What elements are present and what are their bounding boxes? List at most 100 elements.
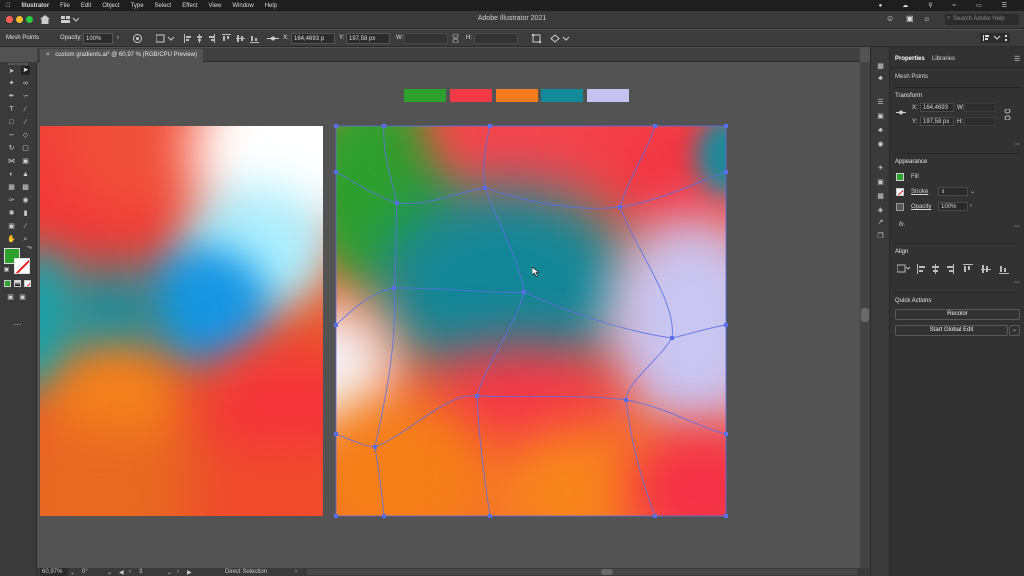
artboards-panel-icon[interactable]: ❐ [876,233,885,241]
type-tool-icon[interactable]: T [7,105,16,114]
stroke-dropdown-icon[interactable]: ⌄ [970,188,975,195]
tab-libraries[interactable]: Libraries [932,56,955,62]
rotation-value[interactable]: 0° [82,569,88,575]
more-tools-icon[interactable]: ⋯ [13,320,22,329]
reference-point-icon[interactable] [896,110,906,116]
last-artboard-icon[interactable]: ▶ [187,569,192,576]
toolbar-grip[interactable] [8,63,28,65]
next-artboard-icon[interactable]: › [177,569,179,575]
blend-tool-icon[interactable]: ◉ [21,196,30,205]
menu-window[interactable]: Window [232,3,253,9]
export-panel-icon[interactable]: ↗ [876,219,885,227]
layers-panel-icon[interactable]: ◈ [876,207,885,215]
transform-y-field[interactable]: 197,58 px [920,117,954,126]
stroke-label[interactable]: Stroke [911,189,928,195]
isolate-icon[interactable] [550,34,570,43]
h-field[interactable] [474,33,518,44]
zoom-dropdown-icon[interactable]: ⌄ [70,569,75,576]
properties-panel-icon[interactable]: ▦ [876,63,885,71]
artboard-dropdown-icon[interactable]: ⌄ [167,569,172,576]
horizontal-scroll-thumb[interactable] [601,569,613,575]
stroke-weight-field[interactable]: ⇕ [938,187,968,196]
artboard-tool-icon[interactable]: ▣ [7,222,16,231]
vertical-scroll-thumb[interactable] [861,308,869,322]
slice-tool-icon[interactable]: ∕ [21,222,30,231]
default-colors-icon[interactable]: ▣ [2,266,11,275]
perspective-grid-tool-icon[interactable]: ▲ [21,170,30,179]
curvature-tool-icon[interactable]: ∽ [21,92,30,101]
selection-tool-icon[interactable]: ➤ [7,67,16,76]
tab-properties[interactable]: Properties [895,56,925,62]
brushes-panel-icon[interactable]: ▣ [876,179,885,187]
help-search-input[interactable]: ⌕ Search Adobe Help [945,14,1019,25]
menu-effect[interactable]: Effect [182,3,197,9]
artboard-number[interactable]: 3 [139,569,142,575]
w-field[interactable] [404,33,448,44]
status-chevron-icon[interactable]: › [295,569,297,575]
menu-type[interactable]: Type [131,3,144,9]
vertical-scrollbar[interactable] [860,62,870,568]
layers-menu-icon[interactable]: ☰ [876,99,885,107]
fill-swatch[interactable] [896,173,904,181]
graphic-styles-icon[interactable]: ◉ [876,141,885,149]
symbols-panel-icon[interactable]: ♣ [876,127,885,135]
link-icon[interactable] [452,34,460,43]
align-buttons[interactable] [897,264,1019,274]
scale-tool-icon[interactable]: ▢ [21,144,30,153]
document-tab[interactable]: × custom gradients.ai* @ 60,97 % (RGB/CP… [40,49,203,62]
recolor-button[interactable]: Recolor [895,309,1020,320]
swatches-panel-icon[interactable]: ▦ [876,193,885,201]
canvas-area[interactable] [37,62,860,568]
align-more-icon[interactable]: ⋯ [1014,279,1020,286]
stroke-swatch[interactable] [896,188,904,196]
eraser-tool-icon[interactable]: ◇ [21,131,30,140]
menu-object[interactable]: Object [102,3,119,9]
free-transform-tool-icon[interactable]: ▣ [21,157,30,166]
menu-file[interactable]: File [60,3,70,9]
fx-label[interactable]: fx. [899,222,905,228]
wifi-icon[interactable]: ≈ [953,3,956,9]
eyedropper-tool-icon[interactable]: ✑ [7,196,16,205]
opacity-swatch[interactable] [896,203,904,211]
transform-h-field[interactable] [964,117,996,126]
menu-help[interactable]: Help [265,3,277,9]
transform-icon[interactable] [532,34,541,43]
spotlight-icon[interactable]: ⚲ [928,2,932,9]
user-account-icon[interactable]: ☺ [886,14,894,23]
line-tool-icon[interactable]: ∕ [21,105,30,114]
menu-select[interactable]: Select [155,3,172,9]
color-mode-icon[interactable] [4,280,11,287]
start-global-edit-button[interactable]: Start Global Edit [895,325,1008,336]
transform-w-field[interactable] [964,103,996,112]
panel-menu-icon[interactable]: ☰ [1014,55,1020,63]
menu-edit[interactable]: Edit [81,3,91,9]
y-field[interactable]: 197,58 px [346,33,390,44]
close-tab-icon[interactable]: × [46,52,50,58]
menu-view[interactable]: View [208,3,221,9]
opacity-chevron-icon[interactable]: › [970,203,972,209]
chevron-right-icon[interactable]: › [117,35,119,41]
screen-mode-icon[interactable]: ▣ [18,293,27,302]
transform-more-icon[interactable]: ⋯ [1014,141,1020,148]
reference-point-icon[interactable] [267,35,279,42]
pen-tool-icon[interactable]: ✒ [7,92,16,101]
zoom-tool-icon[interactable]: ⌕ [21,235,30,244]
none-mode-icon[interactable] [24,280,31,287]
transform-x-field[interactable]: 164,4693 [920,103,954,112]
mesh-overlay[interactable] [37,62,860,568]
hand-tool-icon[interactable]: ✋ [7,235,16,244]
control-center-icon[interactable]: ☰ [1002,2,1007,9]
opacity-field[interactable]: 100% [938,202,968,211]
rotate-tool-icon[interactable]: ↻ [7,144,16,153]
paintbrush-tool-icon[interactable]: ∕ [21,118,30,127]
appearance-more-icon[interactable]: ⋯ [1014,223,1020,230]
opacity-label[interactable]: Opacity [911,204,931,210]
constrain-proportions-icon[interactable] [1004,109,1011,120]
cloud-icon[interactable]: ☁ [902,2,908,9]
mesh-tool-icon[interactable]: ▦ [7,183,16,192]
opacity-label[interactable]: Opacity: [60,35,82,41]
apple-icon[interactable]:  [6,3,11,9]
zoom-level[interactable]: 60,97% [42,569,62,575]
arrange-toolbar-icon[interactable] [980,33,1010,43]
symbol-sprayer-tool-icon[interactable]: ✺ [7,209,16,218]
